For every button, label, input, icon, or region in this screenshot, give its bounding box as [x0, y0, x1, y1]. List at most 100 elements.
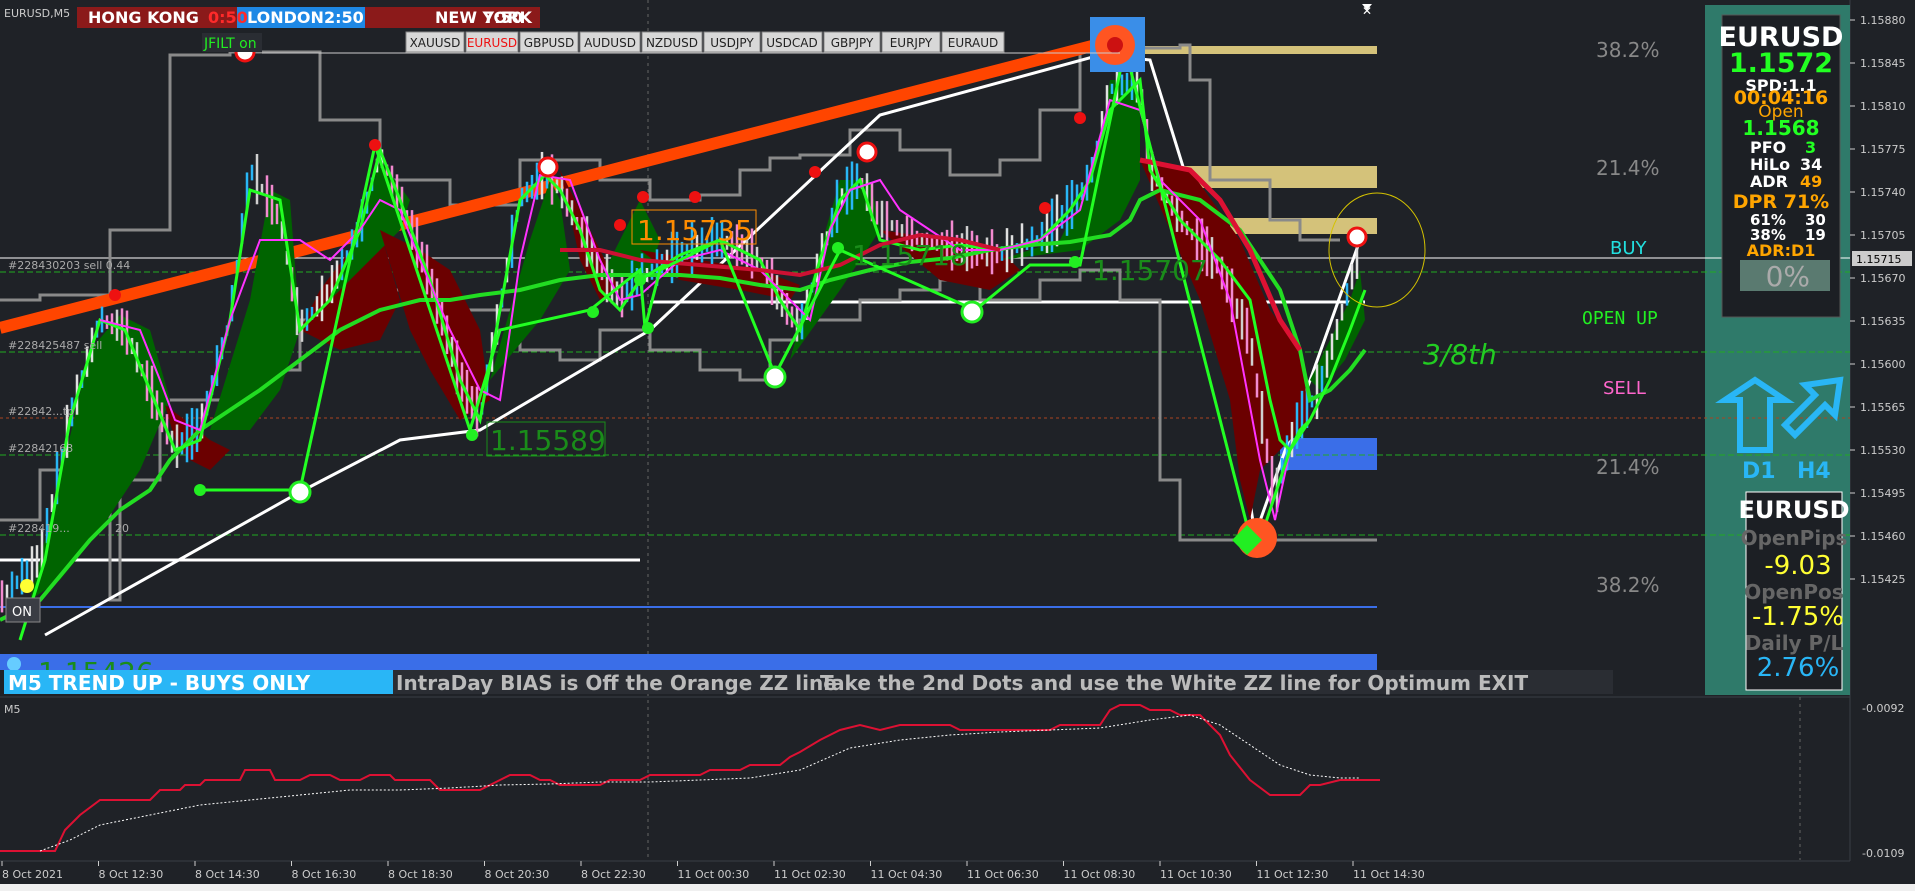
- price-tick: 1.15810: [1860, 100, 1906, 113]
- symbol-button-nzdusd[interactable]: NZDUSD: [641, 31, 703, 53]
- buy-label: BUY: [1610, 238, 1648, 259]
- symbol-button-gbpjpy[interactable]: GBPJPY: [823, 31, 881, 53]
- price-tick: 1.15495: [1860, 487, 1906, 500]
- price-tick: 1.15425: [1860, 573, 1906, 586]
- session-hongkong-label: HONG KONG: [88, 8, 199, 27]
- price-label-2: 1.15718: [852, 239, 968, 272]
- panel-dpr: DPR 71%: [1733, 191, 1829, 213]
- symbol-button-label: GBPJPY: [831, 36, 874, 50]
- price-tick: 1.15880: [1860, 14, 1906, 27]
- fib-label: 21.4%: [1596, 156, 1660, 180]
- open-up-label: OPEN UP: [1582, 308, 1658, 329]
- symbol-button-label: AUDUSD: [584, 36, 636, 50]
- fib-label: 38.2%: [1596, 573, 1660, 597]
- jfilt-status[interactable]: JFILT on: [203, 36, 257, 52]
- time-tick: 11 Oct 10:30: [1160, 868, 1232, 881]
- chart-canvas[interactable]: 1.15735 1.15718 1.15707 1.15589 1.15426 …: [0, 0, 1915, 891]
- price-tick: 1.15670: [1860, 272, 1906, 285]
- symbol-button-label: EURAUD: [948, 36, 998, 50]
- price-label-3: 1.15707: [1092, 254, 1208, 287]
- panel-price: 1.1572: [1729, 48, 1833, 79]
- symbol-button-audusd[interactable]: AUDUSD: [579, 31, 641, 53]
- time-tick: 11 Oct 12:30: [1257, 868, 1329, 881]
- time-tick: 11 Oct 00:30: [678, 868, 750, 881]
- time-tick: 8 Oct 2021: [2, 868, 63, 881]
- yellow-dot: [20, 579, 34, 593]
- symbol-buttons: XAUUSD EURUSD GBPUSD AUDUSD NZDUSD USDJPY USDC…: [405, 31, 1005, 53]
- price-tick: 1.15775: [1860, 143, 1906, 156]
- pl-symbol: EURUSD: [1738, 496, 1849, 524]
- symbol-button-eurusd[interactable]: EURUSD: [465, 31, 519, 53]
- eighth-label: 3/8th: [1423, 338, 1497, 371]
- order-label: #22842...tp: [8, 405, 74, 418]
- time-tick: 11 Oct 06:30: [967, 868, 1039, 881]
- trend-banner: M5 TREND UP - BUYS ONLY: [8, 671, 311, 695]
- time-tick: 8 Oct 20:30: [485, 868, 550, 881]
- bottom-scroll-strip[interactable]: [0, 884, 1915, 891]
- price-tick: 1.15705: [1860, 229, 1906, 242]
- time-tick: 8 Oct 12:30: [99, 868, 164, 881]
- d1-label: D1: [1742, 459, 1776, 484]
- price-tick: 1.15565: [1860, 401, 1906, 414]
- time-tick: 8 Oct 14:30: [195, 868, 260, 881]
- time-tick: 11 Oct 02:30: [774, 868, 846, 881]
- price-tick: 1.15530: [1860, 444, 1906, 457]
- time-tick: 8 Oct 22:30: [581, 868, 646, 881]
- symbol-button-usdcad[interactable]: USDCAD: [761, 31, 823, 53]
- price-label-1: 1.15735: [637, 214, 753, 247]
- symbol-button-xauusd[interactable]: XAUUSD: [405, 31, 465, 53]
- panel-percent: 0%: [1766, 260, 1810, 293]
- pl-daily-label: Daily P/L: [1745, 631, 1844, 655]
- order-label: 20: [115, 522, 129, 535]
- pl-daily-value: 2.76%: [1757, 653, 1840, 683]
- price-tick: 1.15845: [1860, 57, 1906, 70]
- order-label: #228430203 sell 0.44: [8, 259, 130, 272]
- price-tick: 1.15600: [1860, 358, 1906, 371]
- time-tick: 11 Oct 14:30: [1353, 868, 1425, 881]
- time-tick: 8 Oct 16:30: [292, 868, 357, 881]
- fib-label: 21.4%: [1596, 455, 1660, 479]
- sub-axis-top: -0.0092: [1862, 702, 1904, 715]
- sell-label: SELL: [1603, 378, 1646, 399]
- time-tick: 11 Oct 04:30: [871, 868, 943, 881]
- top-signal-core: [1107, 37, 1123, 53]
- session-newyork-time: 7:50: [483, 8, 523, 27]
- symbol-button-label: USDJPY: [710, 36, 754, 50]
- on-badge: ON: [12, 605, 32, 620]
- price-label-4: 1.15589: [490, 424, 606, 457]
- symbol-button-label: USDCAD: [766, 36, 817, 50]
- bottom-zone: [0, 654, 1377, 670]
- symbol-timeframe: EURUSD,M5: [4, 7, 70, 20]
- symbol-button-label: EURJPY: [890, 36, 933, 50]
- panel-open-value: 1.1568: [1742, 116, 1819, 140]
- session-hongkong-time: 0:50: [208, 8, 248, 27]
- session-london-label: LONDON: [247, 8, 324, 27]
- order-label: #22842163: [8, 442, 73, 455]
- sub-axis-bottom: -0.0109: [1862, 847, 1904, 860]
- exit-message: Take the 2nd Dots and use the White ZZ l…: [820, 671, 1528, 695]
- symbol-button-gbpusd[interactable]: GBPUSD: [519, 31, 579, 53]
- blue-dot: [7, 657, 21, 671]
- session-london-time: 2:50: [324, 8, 364, 27]
- pl-openpos-value: -1.75%: [1752, 602, 1844, 632]
- h4-label: H4: [1797, 459, 1831, 484]
- pl-openpips-value: -9.03: [1764, 551, 1831, 581]
- price-tick: 1.15635: [1860, 315, 1906, 328]
- price-tick: 1.15740: [1860, 186, 1906, 199]
- panel-adr-value: 49: [1800, 172, 1822, 191]
- symbol-button-euraud[interactable]: EURAUD: [941, 31, 1005, 53]
- symbol-button-eurjpy[interactable]: EURJPY: [881, 31, 941, 53]
- pl-openpos-label: OpenPos: [1744, 580, 1843, 604]
- order-label: #228419...: [8, 522, 70, 535]
- symbol-button-usdjpy[interactable]: USDJPY: [703, 31, 761, 53]
- panel-adr-tf: ADR:D1: [1747, 241, 1816, 260]
- symbol-button-label: EURUSD: [467, 36, 517, 50]
- time-tick: 11 Oct 08:30: [1064, 868, 1136, 881]
- fib-label: 38.2%: [1596, 38, 1660, 62]
- bias-message: IntraDay BIAS is Off the Orange ZZ line: [396, 671, 837, 695]
- price-tick: 1.15460: [1860, 530, 1906, 543]
- sub-window-label: M5: [4, 703, 21, 716]
- symbol-button-label: XAUUSD: [410, 36, 461, 50]
- order-label: #228425487 sell: [8, 339, 102, 352]
- panel-adr-label: ADR: [1750, 172, 1788, 191]
